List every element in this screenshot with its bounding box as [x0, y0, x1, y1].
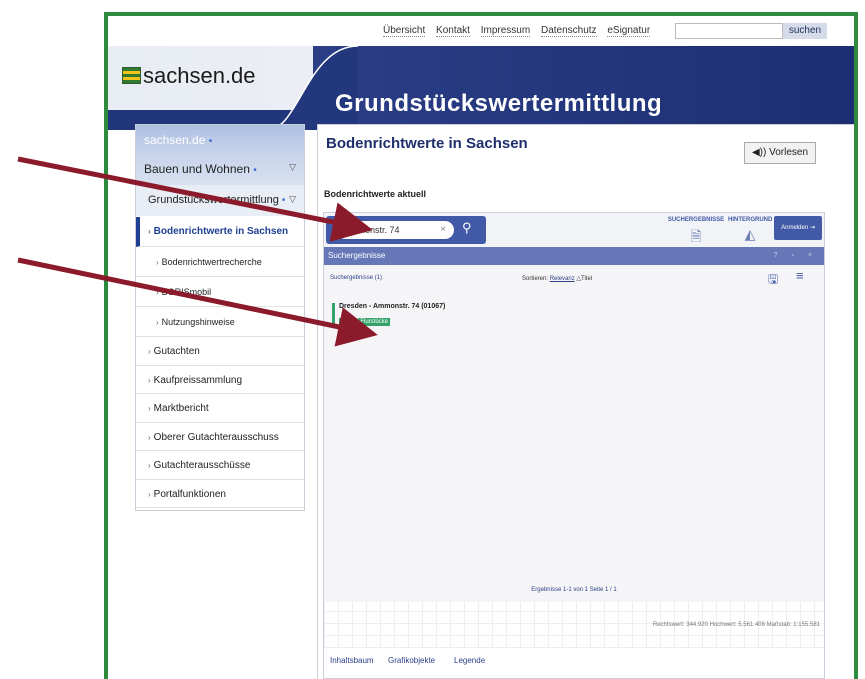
arrow-to-search — [17, 156, 373, 242]
arrow-to-result — [17, 257, 378, 347]
annotation-arrows — [17, 156, 378, 347]
